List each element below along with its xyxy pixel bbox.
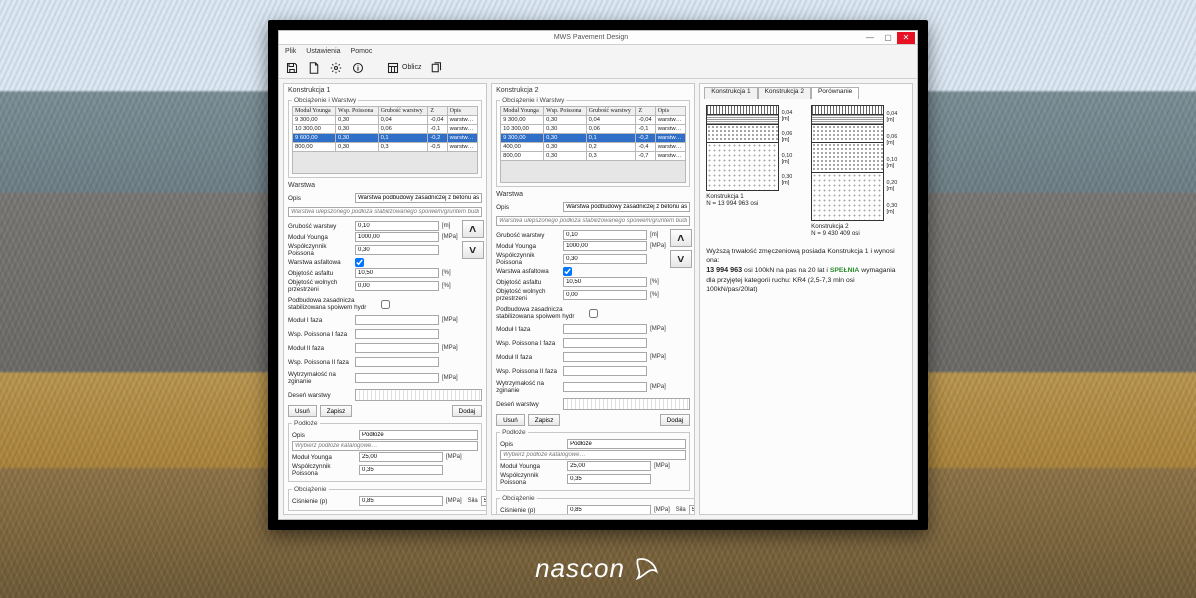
layer-block [812, 172, 882, 220]
grubosc-input[interactable] [563, 230, 647, 240]
layer-block [812, 106, 882, 114]
table-row[interactable]: 400,000,300,2-0,4warstw… [501, 143, 686, 152]
asfalt-check[interactable] [355, 258, 364, 267]
logo-text: nascon [535, 553, 625, 584]
window-title: MWS Pavement Design [321, 34, 861, 41]
asfalt-check[interactable] [563, 267, 572, 276]
modul-input[interactable] [355, 232, 439, 242]
obj-asfalt-input[interactable] [563, 277, 647, 287]
zapisz-button[interactable]: Zapisz [528, 414, 561, 426]
layer-block [707, 124, 777, 142]
logo-icon [633, 555, 661, 583]
maximize-button[interactable]: ▢ [879, 32, 897, 44]
nascon-logo: nascon [535, 553, 661, 584]
panel-konstrukcja-2: Konstrukcja 2Obciążenie i WarstwyModuł Y… [491, 83, 695, 515]
menu-plik[interactable]: Plik [285, 48, 296, 55]
poisson-input[interactable] [355, 245, 439, 255]
podloze-opis-input[interactable] [359, 430, 478, 440]
menu-ustawienia[interactable]: Ustawienia [306, 48, 340, 55]
sila-input[interactable] [689, 505, 695, 515]
table-row[interactable]: 10 300,000,300,06-0,1warstw… [501, 125, 686, 134]
obj-wolne-input[interactable] [563, 290, 647, 300]
diagram-diag2: 0,04 [m]0,06 [m]0,10 [m]0,20 [m]0,30 [m]… [811, 105, 906, 237]
diagram-row: 0,04 [m]0,06 [m]0,10 [m]0,30 [m]Konstruk… [704, 101, 908, 241]
podloze-modul-input[interactable] [359, 452, 443, 462]
layer-block [707, 106, 777, 114]
move-down-button[interactable]: ˅ [670, 250, 692, 268]
move-down-button[interactable]: ˅ [462, 241, 484, 259]
subinfo-input[interactable] [288, 207, 482, 217]
panel-comparison: Konstrukcja 1 Konstrukcja 2 Porównanie 0… [699, 83, 913, 515]
poisson-input[interactable] [563, 254, 647, 264]
opis-input[interactable] [355, 193, 482, 203]
zapisz-button[interactable]: Zapisz [320, 405, 353, 417]
podloze-opis-input[interactable] [567, 439, 686, 449]
app-window: MWS Pavement Design — ▢ ✕ Plik Ustawieni… [278, 30, 918, 520]
cisnienie-input[interactable] [359, 496, 443, 506]
opis-input[interactable] [563, 202, 690, 212]
table-row[interactable]: 9 300,000,300,1-0,2warstw… [501, 134, 686, 143]
comparison-tabs: Konstrukcja 1 Konstrukcja 2 Porównanie [704, 87, 908, 99]
titlebar: MWS Pavement Design — ▢ ✕ [279, 31, 917, 45]
podloze-catalog-input[interactable] [500, 450, 686, 460]
grubosc-input[interactable] [355, 221, 439, 231]
tab-compare[interactable]: Porównanie [811, 87, 859, 99]
calculate-button[interactable]: Oblicz [387, 61, 421, 75]
monitor-frame: MWS Pavement Design — ▢ ✕ Plik Ustawieni… [268, 20, 928, 530]
summary-text: Wyższą trwałość zmęczeniową posiada Kons… [704, 247, 908, 294]
table-row[interactable]: 10 300,000,300,06-0,1warstw… [293, 125, 478, 134]
minimize-button[interactable]: — [861, 32, 879, 44]
content-area: Konstrukcja 1Obciążenie i WarstwyModuł Y… [279, 79, 917, 519]
copy-icon[interactable] [429, 61, 443, 75]
menubar: Plik Ustawienia Pomoc [279, 45, 917, 57]
dodaj-button[interactable]: Dodaj [452, 405, 482, 417]
table-row[interactable]: 9 300,000,300,04-0,04warstw… [501, 116, 686, 125]
layer-block [812, 142, 882, 172]
dodaj-button[interactable]: Dodaj [660, 414, 690, 426]
layer-block [812, 114, 882, 124]
close-button[interactable]: ✕ [897, 32, 915, 44]
layer-grid[interactable]: Moduł YoungaWsp. PoissonaGrubość warstwy… [292, 106, 478, 152]
obj-wolne-input[interactable] [355, 281, 439, 291]
obj-asfalt-input[interactable] [355, 268, 439, 278]
tab-k2[interactable]: Konstrukcja 2 [758, 87, 811, 99]
podbudowa-check[interactable] [589, 309, 598, 318]
table-row[interactable]: 9 300,000,300,04-0,04warstw… [293, 116, 478, 125]
layer-block [812, 124, 882, 142]
layer-block [707, 142, 777, 190]
podloze-poisson-input[interactable] [359, 465, 443, 475]
podbudowa-check[interactable] [381, 300, 390, 309]
layer-grid[interactable]: Moduł YoungaWsp. PoissonaGrubość warstwy… [500, 106, 686, 161]
move-up-button[interactable]: ˄ [670, 229, 692, 247]
menu-pomoc[interactable]: Pomoc [351, 48, 373, 55]
pattern-selector[interactable] [563, 398, 690, 410]
move-up-button[interactable]: ˄ [462, 220, 484, 238]
toolbar: Oblicz [279, 57, 917, 79]
podloze-modul-input[interactable] [567, 461, 651, 471]
modul-input[interactable] [563, 241, 647, 251]
subinfo-input[interactable] [496, 216, 690, 226]
cisnienie-input[interactable] [567, 505, 651, 515]
usun-button[interactable]: Usuń [496, 414, 525, 426]
gear-icon[interactable] [329, 61, 343, 75]
sila-input[interactable] [481, 496, 487, 506]
save-icon[interactable] [285, 61, 299, 75]
table-row[interactable]: 800,000,300,3-0,7warstw… [501, 152, 686, 161]
new-file-icon[interactable] [307, 61, 321, 75]
diagram-diag1: 0,04 [m]0,06 [m]0,10 [m]0,30 [m]Konstruk… [706, 105, 801, 237]
table-row[interactable]: 9 600,000,300,1-0,2warstw… [293, 134, 478, 143]
layer-block [707, 114, 777, 124]
panel-konstrukcja-1: Konstrukcja 1Obciążenie i WarstwyModuł Y… [283, 83, 487, 515]
table-row[interactable]: 800,000,300,3-0,5warstw… [293, 143, 478, 152]
podloze-poisson-input[interactable] [567, 474, 651, 484]
tab-k1[interactable]: Konstrukcja 1 [704, 87, 757, 99]
podloze-catalog-input[interactable] [292, 441, 478, 451]
pattern-selector[interactable] [355, 389, 482, 401]
info-icon[interactable] [351, 61, 365, 75]
usun-button[interactable]: Usuń [288, 405, 317, 417]
